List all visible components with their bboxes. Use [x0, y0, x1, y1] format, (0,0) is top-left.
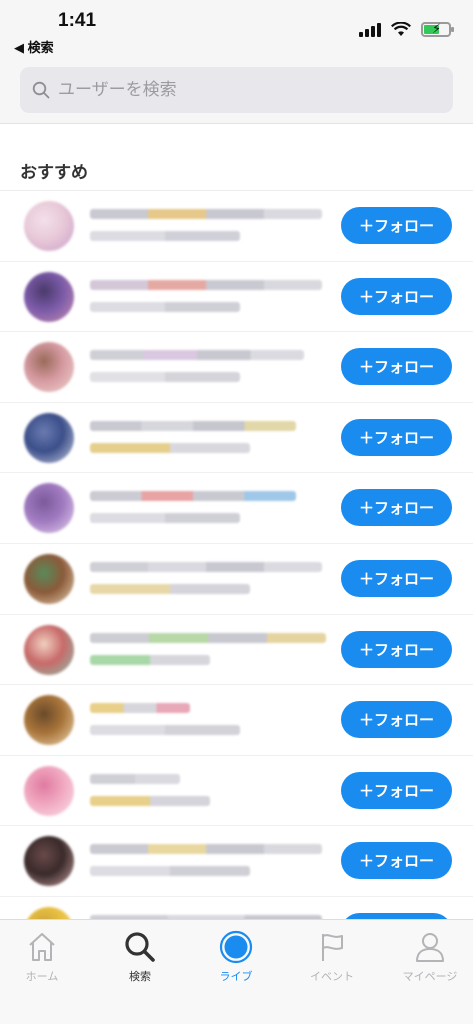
user-row[interactable]: ＋フォロー — [0, 685, 473, 756]
user-bio-blurred — [90, 866, 250, 877]
recommended-user-list: ＋フォロー ＋フォロー ＋フォロー ＋フォロー ＋フォロー ＋フォロー ＋フォロー ＋フォロー… — [0, 191, 473, 919]
user-name-blurred — [90, 561, 322, 572]
search-box[interactable] — [20, 67, 453, 113]
person-icon — [413, 930, 447, 964]
tab-search-label: 検索 — [129, 971, 151, 983]
tab-mypage-label: マイページ — [402, 971, 458, 983]
tab-home[interactable]: ホーム — [0, 930, 87, 984]
user-name-blurred — [90, 279, 322, 290]
user-row[interactable]: ＋フォロー — [0, 262, 473, 333]
user-name-blurred — [90, 844, 322, 855]
follow-button[interactable]: ＋フォロー — [341, 207, 452, 244]
tab-event-label: イベント — [310, 971, 354, 983]
follow-button[interactable]: ＋フォロー — [341, 701, 452, 739]
user-bio-blurred — [90, 442, 250, 453]
user-name-blurred — [90, 420, 296, 431]
search-icon — [32, 81, 50, 99]
avatar[interactable] — [24, 553, 74, 604]
user-bio-blurred — [90, 301, 240, 312]
section-title: おすすめ — [20, 163, 88, 182]
tab-live[interactable]: ライブ — [191, 930, 281, 984]
user-name-blurred — [90, 350, 304, 361]
user-name-blurred — [90, 632, 326, 643]
user-bio-blurred — [90, 654, 210, 665]
status-icons: ⚡ — [359, 21, 454, 37]
user-row[interactable]: ＋フォロー — [0, 403, 473, 474]
user-name-blurred — [90, 491, 296, 502]
search-area — [0, 60, 473, 124]
user-bio-blurred — [90, 795, 210, 806]
avatar[interactable] — [24, 624, 74, 675]
user-row[interactable]: ＋フォロー — [0, 473, 473, 544]
status-bar: 1:41 ◀ 検索 ⚡ — [0, 0, 473, 60]
avatar[interactable] — [24, 483, 74, 534]
user-row[interactable]: ＋フォロー — [0, 826, 473, 897]
avatar[interactable] — [24, 271, 74, 322]
avatar[interactable] — [24, 412, 74, 463]
avatar[interactable] — [24, 695, 74, 746]
follow-button[interactable]: ＋フォロー — [341, 630, 452, 668]
search-input[interactable] — [58, 80, 418, 100]
user-bio-blurred — [90, 583, 250, 594]
avatar[interactable] — [24, 836, 74, 887]
tab-live-label: ライブ — [219, 971, 253, 983]
avatar[interactable] — [24, 906, 74, 919]
search-icon — [123, 930, 157, 964]
tab-bar: ホーム 検索 ライブ イベント マイページ — [0, 919, 473, 1024]
user-name-blurred — [90, 703, 190, 714]
follow-button[interactable]: ＋フォロー — [341, 348, 452, 386]
flag-icon — [315, 930, 349, 964]
user-name-blurred — [90, 773, 180, 784]
user-name-blurred — [90, 209, 322, 219]
tab-event[interactable]: イベント — [287, 930, 377, 984]
user-row[interactable]: ＋フォロー — [0, 897, 473, 919]
user-row[interactable]: ＋フォロー — [0, 191, 473, 262]
live-icon — [219, 930, 253, 964]
user-row[interactable]: ＋フォロー — [0, 756, 473, 827]
cellular-signal-icon — [359, 22, 381, 37]
avatar[interactable] — [24, 342, 74, 393]
wifi-icon — [391, 22, 411, 36]
follow-button[interactable]: ＋フォロー — [341, 418, 452, 456]
user-bio-blurred — [90, 372, 240, 383]
follow-button[interactable]: ＋フォロー — [341, 489, 452, 527]
follow-button[interactable]: ＋フォロー — [341, 559, 452, 597]
tab-search[interactable]: 検索 — [95, 930, 185, 984]
battery-icon: ⚡ — [421, 21, 454, 37]
back-link[interactable]: ◀ 検索 — [14, 37, 54, 56]
user-row[interactable]: ＋フォロー — [0, 332, 473, 403]
tab-home-label: ホーム — [25, 971, 59, 983]
follow-button[interactable]: ＋フォロー — [341, 842, 452, 880]
tab-mypage[interactable]: マイページ — [385, 930, 473, 984]
status-time: 1:41 — [58, 10, 97, 31]
home-icon — [25, 930, 59, 964]
follow-button[interactable]: ＋フォロー — [341, 771, 452, 809]
user-bio-blurred — [90, 231, 240, 241]
user-row[interactable]: ＋フォロー — [0, 544, 473, 615]
avatar[interactable] — [24, 765, 74, 816]
avatar[interactable] — [24, 201, 74, 251]
user-bio-blurred — [90, 513, 240, 524]
user-row[interactable]: ＋フォロー — [0, 615, 473, 686]
follow-button[interactable]: ＋フォロー — [341, 277, 452, 315]
user-bio-blurred — [90, 725, 240, 736]
